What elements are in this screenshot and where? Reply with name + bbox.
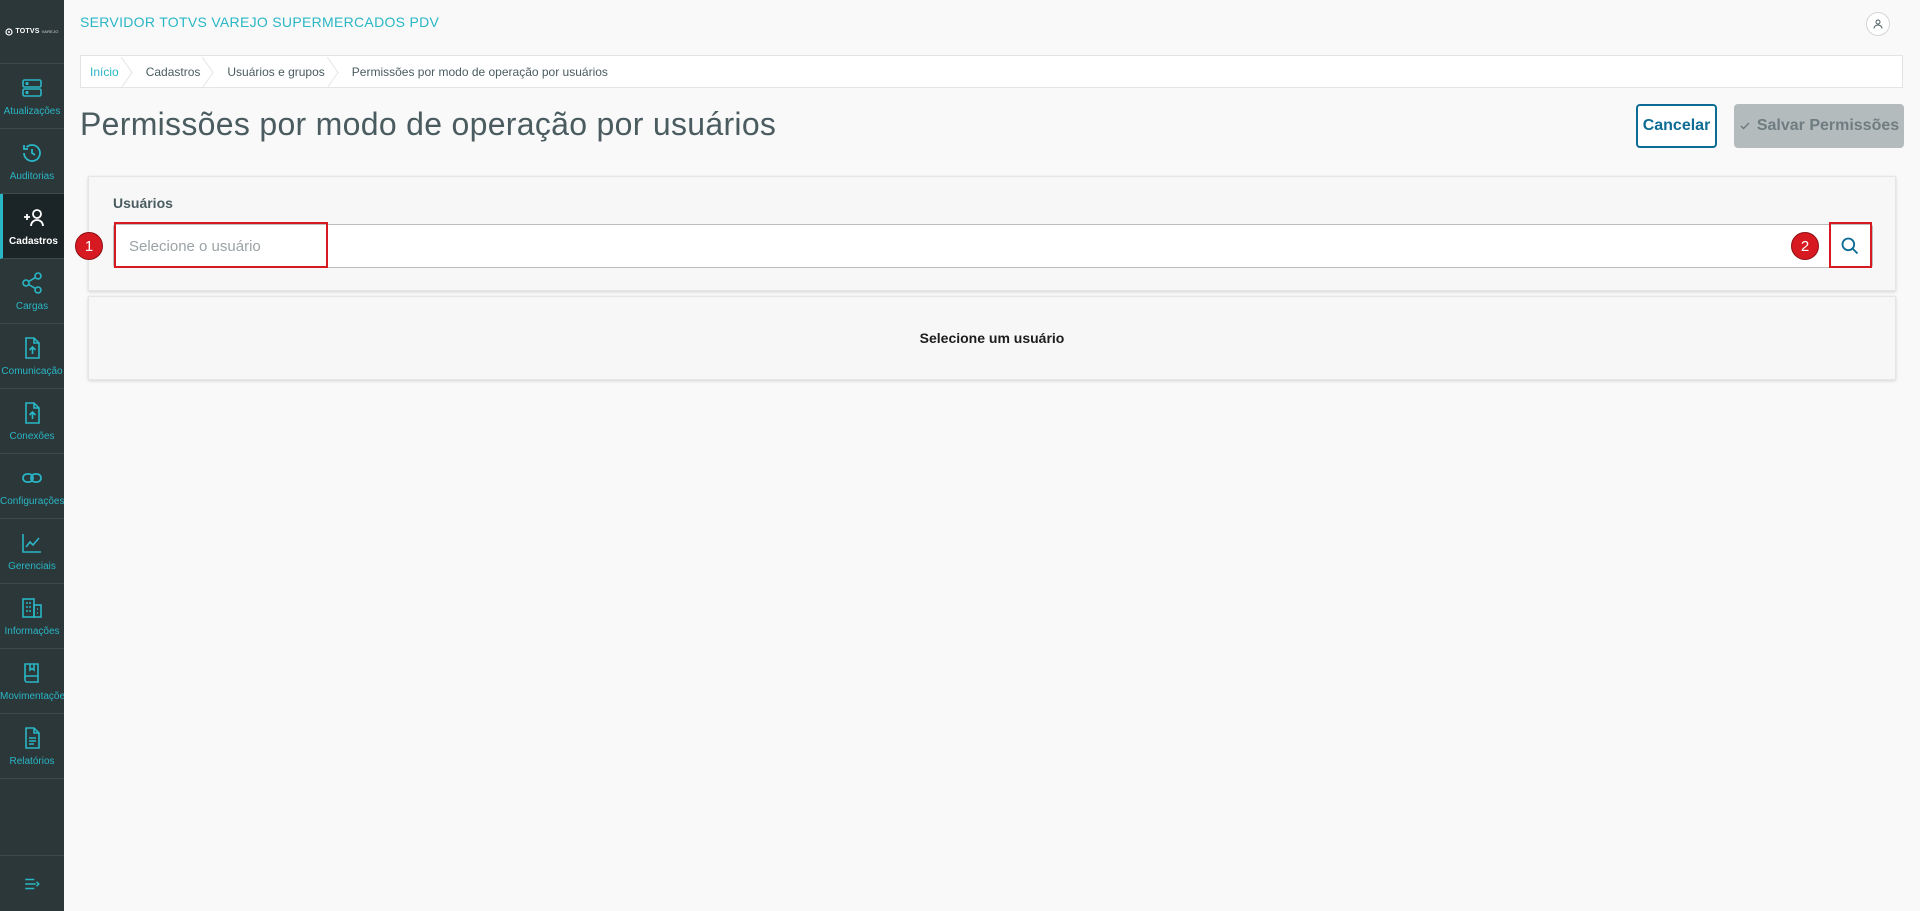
server-icon [22,78,42,97]
user-select-input[interactable] [114,225,1872,267]
collapse-menu-button[interactable] [0,855,64,911]
page-title: Permissões por modo de operação por usuá… [80,106,777,142]
sidebar-item-label: Movimentações [0,690,64,702]
book-icon [24,662,39,683]
sidebar-item-auditorias[interactable]: Auditorias [0,129,64,194]
sidebar-item-label: Auditorias [9,170,55,182]
sidebar: TOTVS VAREJO Atualizações Auditorias Cad… [0,0,64,911]
search-icon [1841,237,1859,255]
sidebar-item-cadastros[interactable]: Cadastros [0,194,64,259]
sidebar-item-label: Informações [4,625,60,637]
save-permissions-button[interactable]: Salvar Permissões [1734,104,1904,148]
history-icon [23,143,41,162]
sidebar-item-comunicacao[interactable]: Comunicação [0,324,64,389]
logo-text: TOTVS [15,28,40,35]
share-icon [22,271,42,294]
sidebar-item-cargas[interactable]: Cargas [0,259,64,324]
sidebar-item-label: Gerenciais [8,560,56,572]
annotation-marker-2: 2 [1791,232,1819,260]
sidebar-item-label: Conexões [9,430,55,442]
breadcrumb-usuarios-grupos[interactable]: Usuários e grupos [214,56,338,87]
sidebar-item-configuracoes[interactable]: Configurações [0,454,64,519]
sidebar-item-gerenciais[interactable]: Gerenciais [0,519,64,584]
link-icon [22,472,42,483]
sidebar-item-label: Comunicação [1,365,63,377]
sidebar-item-label: Relatórios [9,755,55,767]
building-icon [22,597,42,618]
breadcrumb-inicio[interactable]: Início [81,56,133,87]
sidebar-item-label: Cargas [15,300,49,312]
totvs-logo-icon [5,27,14,36]
user-icon [1873,19,1883,29]
user-add-icon [23,208,44,226]
search-button[interactable] [1830,226,1870,266]
annotation-marker-1: 1 [75,232,103,260]
result-panel: Selecione um usuário [88,296,1896,380]
sidebar-item-atualizacoes[interactable]: Atualizações [0,64,64,129]
sidebar-item-label: Atualizações [3,105,61,117]
breadcrumb: Início Cadastros Usuários e grupos Permi… [80,55,1903,88]
sidebar-item-label: Cadastros [9,235,58,247]
file-upload-icon [25,336,40,359]
sidebar-item-conexoes[interactable]: Conexões [0,389,64,454]
user-avatar[interactable] [1866,12,1890,36]
file-upload-icon [25,401,40,424]
breadcrumb-cadastros[interactable]: Cadastros [133,56,215,87]
cancel-button[interactable]: Cancelar [1636,104,1717,148]
sidebar-item-relatorios[interactable]: Relatórios [0,714,64,779]
empty-state-text: Selecione um usuário [919,330,1065,346]
chart-icon [22,533,41,553]
user-select-wrap [113,224,1873,268]
app-title: SERVIDOR TOTVS VAREJO SUPERMERCADOS PDV [80,14,440,30]
document-icon [25,726,40,749]
logo-mark: TOTVS VAREJO [5,27,59,36]
logo-sub-text: VAREJO [41,29,59,34]
users-label: Usuários [113,195,173,211]
sidebar-item-label: Configurações [0,495,64,507]
sidebar-item-movimentacoes[interactable]: Movimentações [0,649,64,714]
breadcrumb-current: Permissões por modo de operação por usuá… [351,64,608,79]
sidebar-item-informacoes[interactable]: Informações [0,584,64,649]
totvs-logo[interactable]: TOTVS VAREJO [0,0,64,64]
check-icon [1740,122,1750,130]
save-permissions-label: Salvar Permissões [1756,117,1900,134]
collapse-menu-icon [25,878,40,889]
users-panel: Usuários [88,176,1896,291]
